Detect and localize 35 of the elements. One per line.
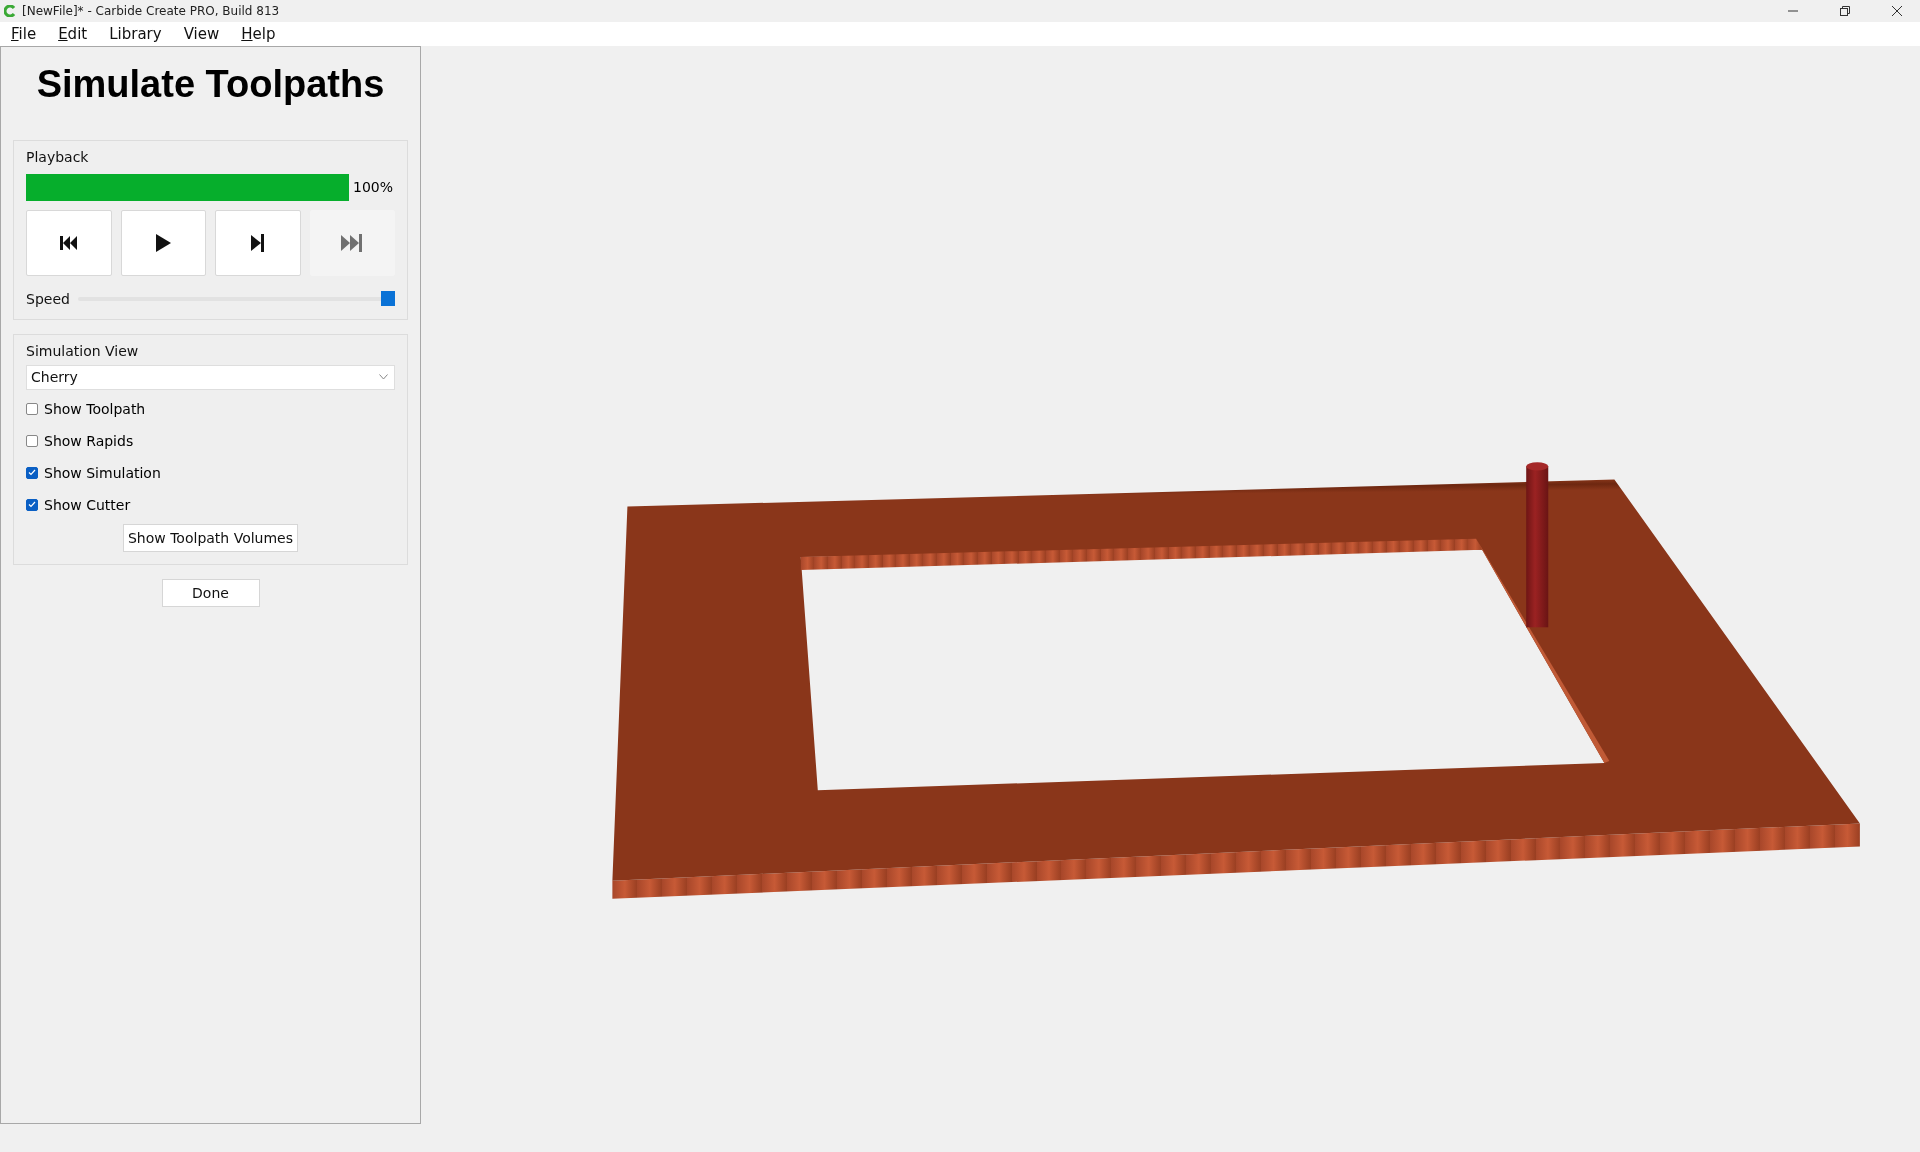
done-button[interactable]: Done [161,578,260,607]
material-dropdown[interactable]: Cherry [26,364,395,390]
restore-icon [1840,6,1850,16]
progress-reading: 100% [353,179,395,196]
menu-item[interactable]: Edit [51,22,95,45]
checkbox[interactable] [26,402,38,415]
play-icon [155,233,172,252]
group-label: Playback [26,148,90,165]
speed-slider-thumb[interactable] [381,291,395,307]
group-label: Simulation View [26,342,140,359]
step-forward-icon [250,233,265,252]
window-title: [NewFile]* - Carbide Create PRO, Build 813 [22,4,281,18]
app-logo-icon [4,5,16,17]
speed-label: Speed [26,290,70,307]
checkbox[interactable] [26,434,38,447]
speed-slider[interactable] [77,291,395,307]
checkbox-label: Show Rapids [44,432,134,449]
menu-item[interactable]: View [176,22,227,45]
panel-title: Simulate Toolpaths [35,62,386,106]
checkbox-label: Show Toolpath [44,400,146,417]
chevron-down-icon [379,374,388,381]
menu-item[interactable]: File [4,22,44,45]
rewind-button[interactable] [26,209,112,276]
skip-back-icon [59,234,78,251]
close-icon [1892,6,1902,16]
play-button[interactable] [120,209,206,276]
checkbox-label: Show Cutter [44,496,131,513]
show-volumes-button[interactable]: Show Toolpath Volumes [122,523,299,552]
skip-forward-icon [341,233,364,252]
menu-item[interactable]: Library [102,22,169,45]
menu-item[interactable]: Help [234,22,283,45]
checkbox[interactable] [26,466,38,479]
step-button[interactable] [215,209,301,276]
checkbox-label: Show Simulation [44,464,161,481]
checkbox[interactable] [26,498,38,511]
